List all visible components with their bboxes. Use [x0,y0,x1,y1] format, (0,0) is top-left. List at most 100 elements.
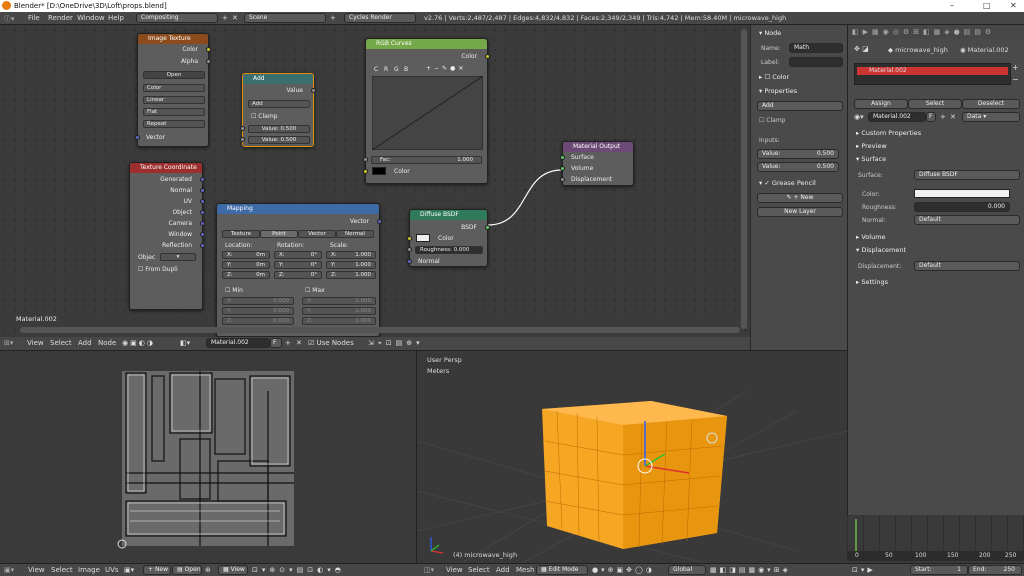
fake-user-button[interactable]: F [926,112,936,122]
diffuse-color-swatch[interactable] [416,234,430,242]
image-browse-icon[interactable]: ▣▾ [124,566,134,574]
fac-field[interactable]: Fac: 1.000 [371,156,482,164]
grease-pencil-section[interactable]: ▾ ✓ Grease Pencil [759,179,816,187]
minimize-icon[interactable]: – [950,1,954,10]
curve-graph[interactable] [372,76,483,150]
mapping-type-texture[interactable]: Texture [222,230,260,238]
node-label-field[interactable] [789,57,843,67]
socket-generated[interactable] [200,177,205,182]
rot-x-field[interactable]: X: 0° [274,251,322,259]
context-tab-icons[interactable]: ◧▶▦◉◎⚙⊞◧▦◈●▤▤⚙ [852,28,995,36]
socket-bsdf-out[interactable] [485,225,490,230]
close-icon[interactable]: ✕ [1010,1,1017,10]
3d-menu-view[interactable]: View [446,566,463,574]
link-data-select[interactable]: Data ▾ [962,112,1020,122]
uv-editor-type-icon[interactable]: ▣▾ [4,566,14,574]
math-op-select[interactable]: Add [248,100,310,108]
mode-select[interactable]: ▦ Edit Mode [536,565,588,575]
use-nodes-checkbox[interactable]: ☑ Use Nodes [308,339,354,347]
socket-normal[interactable] [200,188,205,193]
menu-help[interactable]: Help [108,14,124,22]
color-swatch[interactable] [372,167,386,175]
3d-viewport[interactable]: User Persp Meters (4) microwave_high [416,350,848,566]
timeline-area[interactable] [847,515,1024,551]
loc-y-field[interactable]: Y: 0m [222,261,270,269]
socket-reflection[interactable] [200,243,205,248]
input-value2[interactable]: Value: 0.500 [757,162,839,172]
object-select[interactable]: ▾ [160,253,196,261]
socket-normal-in[interactable] [407,259,412,264]
socket-vector-out[interactable] [377,219,382,224]
material-browse-icon[interactable]: ◉▾ [854,113,864,121]
socket-color-in[interactable] [363,169,368,174]
uv-image-editor[interactable] [0,350,416,565]
image-open-button[interactable]: Open [143,71,205,79]
material-slot-list[interactable]: Material.002 [854,63,1011,85]
view-mode-select[interactable]: ▦ View [218,565,248,575]
socket-camera[interactable] [200,221,205,226]
value1-field[interactable]: Value: 0.500 [248,125,310,133]
socket-surface[interactable] [560,155,565,160]
surface-section[interactable]: ▾ Surface [856,155,886,163]
material-field[interactable]: Material.002 [868,112,926,122]
material-name-field[interactable]: Material.002 [206,338,270,348]
node-section[interactable]: ▾ Node [759,29,781,37]
clamp-checkbox[interactable]: ☐ Clamp [251,113,277,120]
menu-view[interactable]: View [27,339,44,347]
socket-fac-in[interactable] [363,157,368,162]
socket-color[interactable] [206,47,211,52]
menu-window[interactable]: Window [77,14,105,22]
snap-icons[interactable]: ⇲⌖⊡▤⊕▾ [368,339,424,348]
material-remove-icon[interactable]: ✕ [950,113,956,121]
min-x-field[interactable]: X: 0.000 [222,297,294,305]
max-y-field[interactable]: Y: 1.000 [302,307,376,315]
orientation-select[interactable]: Global [668,565,706,575]
node-image-texture[interactable]: Image Texture Color Alpha Open Color Lin… [135,33,211,147]
uv-tool-icons[interactable]: ⊡▾⊕⊙▾▤⊡◐▾◓ [252,566,345,574]
maximize-icon[interactable]: □ [983,1,991,10]
socket-roughness-in[interactable] [407,247,412,252]
grease-new-button[interactable]: ✎ + New [757,193,843,203]
material-add-icon[interactable]: + [285,339,291,347]
uv-menu-select[interactable]: Select [51,566,73,574]
screen-layout-select[interactable]: Compositing [136,13,218,23]
node-editor-scrollbar[interactable] [741,29,747,329]
new-layer-button[interactable]: New Layer [757,207,843,217]
max-x-field[interactable]: X: 1.000 [302,297,376,305]
preview-section[interactable]: ▸ Preview [856,142,887,150]
surface-shader-select[interactable]: Diffuse BSDF [914,170,1020,180]
scale-y-field[interactable]: Y: 1.000 [326,261,376,269]
socket-value-out[interactable] [311,88,316,93]
uv-menu-uvs[interactable]: UVs [105,566,119,574]
scene-add-icon[interactable]: + [330,14,336,22]
node-rgb-curves[interactable]: RGB Curves Color C R G B +−✎●✕ Fac: 1.000… [363,38,490,184]
render-engine-select[interactable]: Cycles Render [344,13,416,23]
value2-field[interactable]: Value: 0.500 [248,136,310,144]
socket-displacement[interactable] [560,177,565,182]
projection-select[interactable]: Flat [143,108,205,116]
min-checkbox[interactable]: ☐ Min [225,287,243,294]
start-frame-field[interactable]: Start: 1 [910,565,968,575]
menu-node[interactable]: Node [98,339,116,347]
rot-z-field[interactable]: Z: 0° [274,271,322,279]
select-button[interactable]: Select [908,99,962,109]
socket-value1-in[interactable] [240,126,245,131]
loc-z-field[interactable]: Z: 0m [222,271,270,279]
uv-map[interactable] [0,351,416,566]
socket-object[interactable] [200,210,205,215]
fake-user-button[interactable]: F [270,338,282,348]
uv-menu-image[interactable]: Image [78,566,100,574]
scale-x-field[interactable]: X: 1.000 [326,251,376,259]
normal-select[interactable]: Default [914,215,1020,225]
max-checkbox[interactable]: ☐ Max [305,287,325,294]
editor-type-icon[interactable]: ⓘ▾ [4,14,15,24]
color-space-select[interactable]: Color [143,84,205,92]
loc-x-field[interactable]: X: 0m [222,251,270,259]
math-op-select[interactable]: Add [757,101,843,111]
material-add-icon[interactable]: + [940,113,946,121]
socket-value2-in[interactable] [240,137,245,142]
rot-y-field[interactable]: Y: 0° [274,261,322,269]
custom-properties-section[interactable]: ▸ Custom Properties [856,129,921,137]
editor-type-icon[interactable]: ⊞▾ [4,339,13,347]
node-texture-coordinate[interactable]: Texture Coordinate Generated Normal UV O… [129,162,205,310]
